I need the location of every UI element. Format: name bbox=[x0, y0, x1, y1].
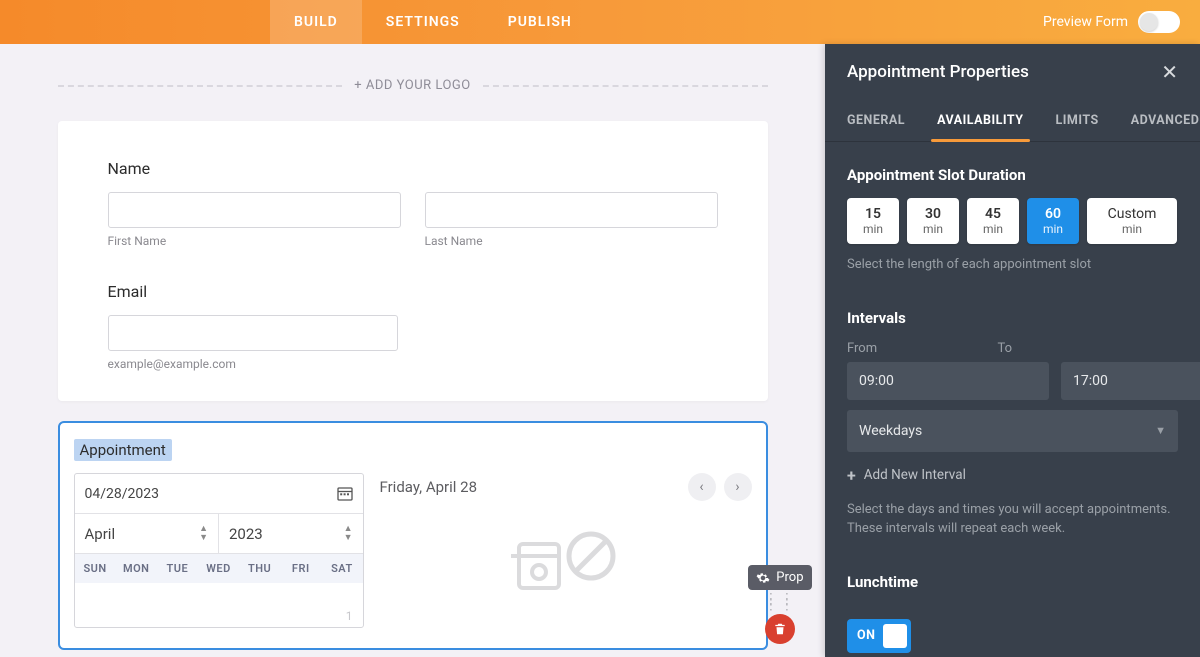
email-label: Email bbox=[108, 282, 718, 301]
slot-15-button[interactable]: 15min bbox=[847, 198, 899, 244]
tab-build[interactable]: BUILD bbox=[270, 0, 362, 44]
preview-form-label: Preview Form bbox=[1043, 14, 1128, 30]
email-input[interactable] bbox=[108, 315, 398, 351]
first-name-sublabel: First Name bbox=[108, 234, 401, 248]
panel-tabs: GENERAL AVAILABILITY LIMITS ADVANCED bbox=[825, 100, 1200, 142]
preview-form-toggle[interactable] bbox=[1138, 11, 1180, 33]
plus-icon: + bbox=[847, 466, 856, 485]
calendar-dow-header: SUN MON TUE WED THU FRI SAT bbox=[75, 554, 363, 583]
tab-settings[interactable]: SETTINGS bbox=[362, 0, 484, 44]
calendar-year-stepper[interactable]: 2023 ▲▼ bbox=[219, 514, 363, 553]
interval-from-input[interactable] bbox=[847, 362, 1049, 400]
calendar-year-value: 2023 bbox=[229, 525, 263, 543]
tab-publish[interactable]: PUBLISH bbox=[484, 0, 596, 44]
slot-custom-button[interactable]: Custommin bbox=[1087, 198, 1177, 244]
interval-to-input[interactable] bbox=[1061, 362, 1200, 400]
name-label: Name bbox=[108, 159, 718, 178]
last-name-sublabel: Last Name bbox=[425, 234, 718, 248]
appointment-element[interactable]: Appointment 04/28/2023 April ▲▼ bbox=[58, 421, 768, 650]
slot-45-button[interactable]: 45min bbox=[967, 198, 1019, 244]
close-icon[interactable]: ✕ bbox=[1161, 60, 1178, 84]
interval-from-label: From bbox=[847, 341, 986, 356]
drag-handle-icon[interactable]: ⋮⋮⋮⋮ bbox=[764, 596, 796, 608]
next-day-button[interactable]: › bbox=[724, 473, 752, 501]
panel-title: Appointment Properties bbox=[847, 62, 1029, 82]
properties-panel: Appointment Properties ✕ GENERAL AVAILAB… bbox=[825, 44, 1200, 657]
form-card: Name First Name Last Name Email example@… bbox=[58, 121, 768, 401]
add-logo-row[interactable]: + ADD YOUR LOGO bbox=[58, 78, 768, 93]
delete-element-button[interactable] bbox=[765, 614, 795, 644]
calendar-month-stepper[interactable]: April ▲▼ bbox=[75, 514, 220, 553]
calendar-month-value: April bbox=[85, 525, 116, 543]
intervals-hint: Select the days and times you will accep… bbox=[847, 501, 1178, 539]
slot-duration-heading: Appointment Slot Duration bbox=[847, 166, 1178, 184]
lunchtime-toggle[interactable]: ON bbox=[847, 619, 911, 653]
interval-days-value: Weekdays bbox=[859, 423, 922, 439]
lunchtime-toggle-label: ON bbox=[857, 628, 875, 643]
panel-tab-availability[interactable]: AVAILABILITY bbox=[921, 100, 1039, 141]
calendar-widget: 04/28/2023 April ▲▼ 2023 bbox=[74, 473, 364, 628]
lunchtime-heading: Lunchtime bbox=[847, 573, 1178, 591]
interval-to-label: To bbox=[998, 341, 1137, 356]
slot-30-button[interactable]: 30min bbox=[907, 198, 959, 244]
interval-days-select[interactable]: Weekdays ▼ bbox=[847, 410, 1178, 452]
calendar-date-value: 04/28/2023 bbox=[85, 486, 160, 502]
slot-duration-hint: Select the length of each appointment sl… bbox=[847, 256, 1178, 275]
selected-day-label: Friday, April 28 bbox=[380, 478, 478, 496]
topbar: BUILD SETTINGS PUBLISH Preview Form bbox=[0, 0, 1200, 44]
element-properties-label: Prop bbox=[776, 570, 803, 585]
calendar-grid[interactable]: 1 bbox=[75, 583, 363, 627]
calendar-icon bbox=[337, 486, 353, 502]
panel-tab-limits[interactable]: LIMITS bbox=[1040, 100, 1115, 141]
calendar-day-1: 1 bbox=[346, 609, 353, 623]
topbar-tabs: BUILD SETTINGS PUBLISH bbox=[270, 0, 596, 44]
chevron-down-icon: ▼ bbox=[1155, 424, 1166, 437]
appointment-field-label: Appointment bbox=[74, 439, 172, 461]
prev-day-button[interactable]: ‹ bbox=[688, 473, 716, 501]
slot-60-button[interactable]: 60min bbox=[1027, 198, 1079, 244]
no-slots-placeholder bbox=[380, 501, 752, 621]
email-hint: example@example.com bbox=[108, 357, 718, 371]
element-properties-button[interactable]: Prop bbox=[748, 565, 811, 590]
trash-icon bbox=[773, 622, 787, 636]
gear-icon bbox=[756, 571, 770, 585]
last-name-input[interactable] bbox=[425, 192, 718, 228]
form-canvas: + ADD YOUR LOGO Name First Name Last Nam… bbox=[0, 44, 825, 657]
intervals-heading: Intervals bbox=[847, 309, 1178, 327]
add-logo-label: + ADD YOUR LOGO bbox=[354, 78, 470, 93]
panel-tab-advanced[interactable]: ADVANCED bbox=[1115, 100, 1200, 141]
panel-tab-general[interactable]: GENERAL bbox=[831, 100, 921, 141]
calendar-date-input[interactable]: 04/28/2023 bbox=[75, 474, 363, 514]
first-name-input[interactable] bbox=[108, 192, 401, 228]
add-new-interval-link[interactable]: + Add New Interval bbox=[847, 466, 1178, 485]
